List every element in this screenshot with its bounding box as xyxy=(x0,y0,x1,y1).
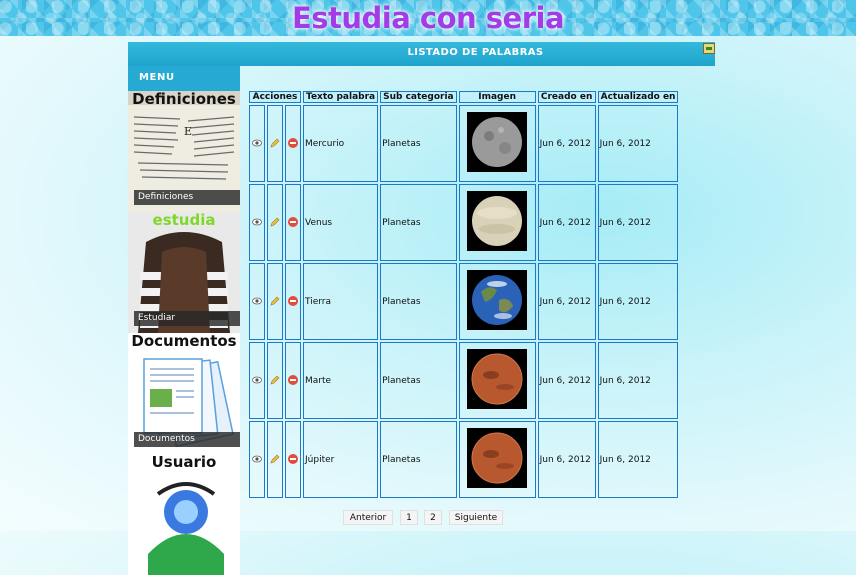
sub-category: Planetas xyxy=(380,105,457,182)
created-date: Jun 6, 2012 xyxy=(537,184,596,261)
pencil-icon xyxy=(270,138,280,148)
sub-category: Planetas xyxy=(380,342,457,419)
menu-caption-usuario: Usuario xyxy=(151,454,217,471)
column-header-texto-palabra: Texto palabra xyxy=(303,91,379,103)
words-table: Acciones Texto palabra Sub categoria Ima… xyxy=(247,89,680,500)
word-image-cell xyxy=(458,105,536,182)
table-row: Venus Planetas Jun 6, 2012 Jun 6, 2012 xyxy=(249,184,679,261)
updated-date: Jun 6, 2012 xyxy=(597,184,679,261)
delete-action[interactable] xyxy=(285,184,301,261)
delete-action[interactable] xyxy=(285,421,301,498)
sidebar-item-estudiar[interactable]: estudia Estudiar xyxy=(128,212,240,333)
sub-category: Planetas xyxy=(380,184,457,261)
updated-date: Jun 6, 2012 xyxy=(597,342,679,419)
pencil-icon xyxy=(270,217,280,227)
next-page-button[interactable]: Siguiente xyxy=(449,510,503,525)
word-text: Júpiter xyxy=(303,421,379,498)
column-header-acciones: Acciones xyxy=(249,91,301,103)
word-image-cell xyxy=(458,342,536,419)
edit-action[interactable] xyxy=(267,263,283,340)
edit-action[interactable] xyxy=(267,342,283,419)
venus-image xyxy=(467,191,528,251)
delete-action[interactable] xyxy=(285,105,301,182)
page-2-button[interactable]: 2 xyxy=(424,510,442,525)
view-action[interactable] xyxy=(249,342,265,419)
exit-icon[interactable] xyxy=(703,43,715,54)
updated-date: Jun 6, 2012 xyxy=(597,421,679,498)
usuario-image xyxy=(128,454,240,575)
edit-action[interactable] xyxy=(267,105,283,182)
delete-action[interactable] xyxy=(285,263,301,340)
created-date: Jun 6, 2012 xyxy=(537,105,596,182)
word-image-cell xyxy=(458,184,536,261)
table-row: Mercurio Planetas Jun 6, 2012 Jun 6, 201… xyxy=(249,105,679,182)
menu-caption-documentos: Documentos xyxy=(131,333,237,350)
delete-icon xyxy=(288,296,298,307)
menu-caption-estudiar: estudia xyxy=(152,212,216,229)
sidebar-item-documentos[interactable]: Documentos Documentos xyxy=(128,333,240,454)
updated-date: Jun 6, 2012 xyxy=(597,105,679,182)
word-text: Mercurio xyxy=(303,105,379,182)
view-action[interactable] xyxy=(249,421,265,498)
word-text: Marte xyxy=(303,342,379,419)
column-header-imagen: Imagen xyxy=(458,91,536,103)
svg-text:E: E xyxy=(184,125,192,138)
view-action[interactable] xyxy=(249,184,265,261)
eye-icon xyxy=(252,139,262,147)
created-date: Jun 6, 2012 xyxy=(537,342,596,419)
pencil-icon xyxy=(270,296,280,306)
view-action[interactable] xyxy=(249,263,265,340)
menu-caption-definiciones: Definiciones xyxy=(132,91,236,108)
table-row: Tierra Planetas Jun 6, 2012 Jun 6, 2012 xyxy=(249,263,679,340)
eye-icon xyxy=(252,218,262,226)
mars-image xyxy=(467,349,528,409)
created-date: Jun 6, 2012 xyxy=(537,421,596,498)
pencil-icon xyxy=(270,454,280,464)
word-image-cell xyxy=(458,263,536,340)
delete-icon xyxy=(288,454,298,465)
table-row: Marte Planetas Jun 6, 2012 Jun 6, 2012 xyxy=(249,342,679,419)
mars-image xyxy=(467,428,528,488)
eye-icon xyxy=(252,297,262,305)
table-header-row: Acciones Texto palabra Sub categoria Ima… xyxy=(249,91,679,103)
delete-icon xyxy=(288,138,298,149)
word-image-cell xyxy=(458,421,536,498)
edit-action[interactable] xyxy=(267,421,283,498)
column-header-actualizado-en: Actualizado en xyxy=(597,91,679,103)
earth-image xyxy=(467,270,528,330)
table-row: Júpiter Planetas Jun 6, 2012 Jun 6, 2012 xyxy=(249,421,679,498)
delete-action[interactable] xyxy=(285,342,301,419)
sidebar-item-label: Estudiar xyxy=(134,311,240,326)
sidebar-item-usuario[interactable]: Usuario xyxy=(128,454,240,575)
sub-category: Planetas xyxy=(380,421,457,498)
pencil-icon xyxy=(270,375,280,385)
delete-icon xyxy=(288,217,298,228)
view-action[interactable] xyxy=(249,105,265,182)
page-title: LISTADO DE PALABRAS xyxy=(407,47,544,58)
mercury-image xyxy=(467,112,528,172)
edit-action[interactable] xyxy=(267,184,283,261)
word-text: Venus xyxy=(303,184,379,261)
delete-icon xyxy=(288,375,298,386)
sidebar-item-label: Definiciones xyxy=(134,190,240,205)
sidebar-menu: E Definiciones Definiciones estudia Estu… xyxy=(128,91,240,575)
column-header-creado-en: Creado en xyxy=(537,91,596,103)
site-title: Estudia con seria xyxy=(291,1,565,35)
eye-icon xyxy=(252,376,262,384)
column-header-sub-categoria: Sub categoria xyxy=(380,91,457,103)
page-1-button[interactable]: 1 xyxy=(400,510,418,525)
sub-category: Planetas xyxy=(380,263,457,340)
eye-icon xyxy=(252,455,262,463)
previous-page-button[interactable]: Anterior xyxy=(343,510,393,525)
word-text: Tierra xyxy=(303,263,379,340)
menu-title: MENU xyxy=(128,66,240,91)
sidebar-item-definiciones[interactable]: E Definiciones Definiciones xyxy=(128,91,240,212)
sidebar-item-label: Documentos xyxy=(134,432,240,447)
updated-date: Jun 6, 2012 xyxy=(597,263,679,340)
created-date: Jun 6, 2012 xyxy=(537,263,596,340)
